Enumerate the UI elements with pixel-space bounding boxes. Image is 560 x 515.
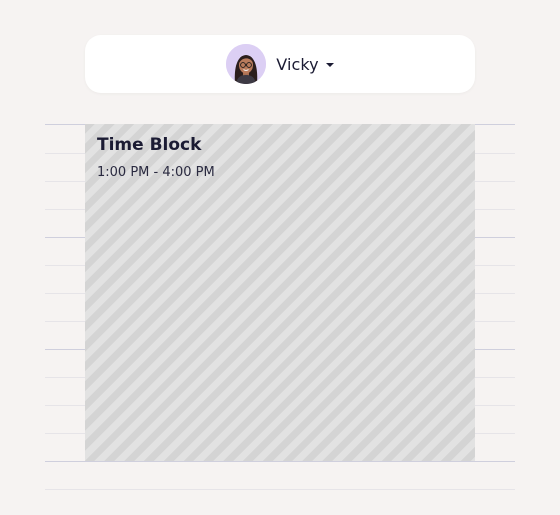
hour-line xyxy=(45,461,515,462)
user-name: Vicky xyxy=(276,54,319,74)
user-selector[interactable]: Vicky xyxy=(85,35,475,93)
time-block[interactable]: Time Block 1:00 PM - 4:00 PM xyxy=(85,124,475,461)
slot-line xyxy=(45,489,515,490)
chevron-down-icon xyxy=(325,63,334,67)
time-block-title: Time Block xyxy=(97,135,202,155)
person-avatar-icon xyxy=(226,44,267,84)
time-block-range: 1:00 PM - 4:00 PM xyxy=(97,165,215,180)
avatar xyxy=(226,44,267,84)
